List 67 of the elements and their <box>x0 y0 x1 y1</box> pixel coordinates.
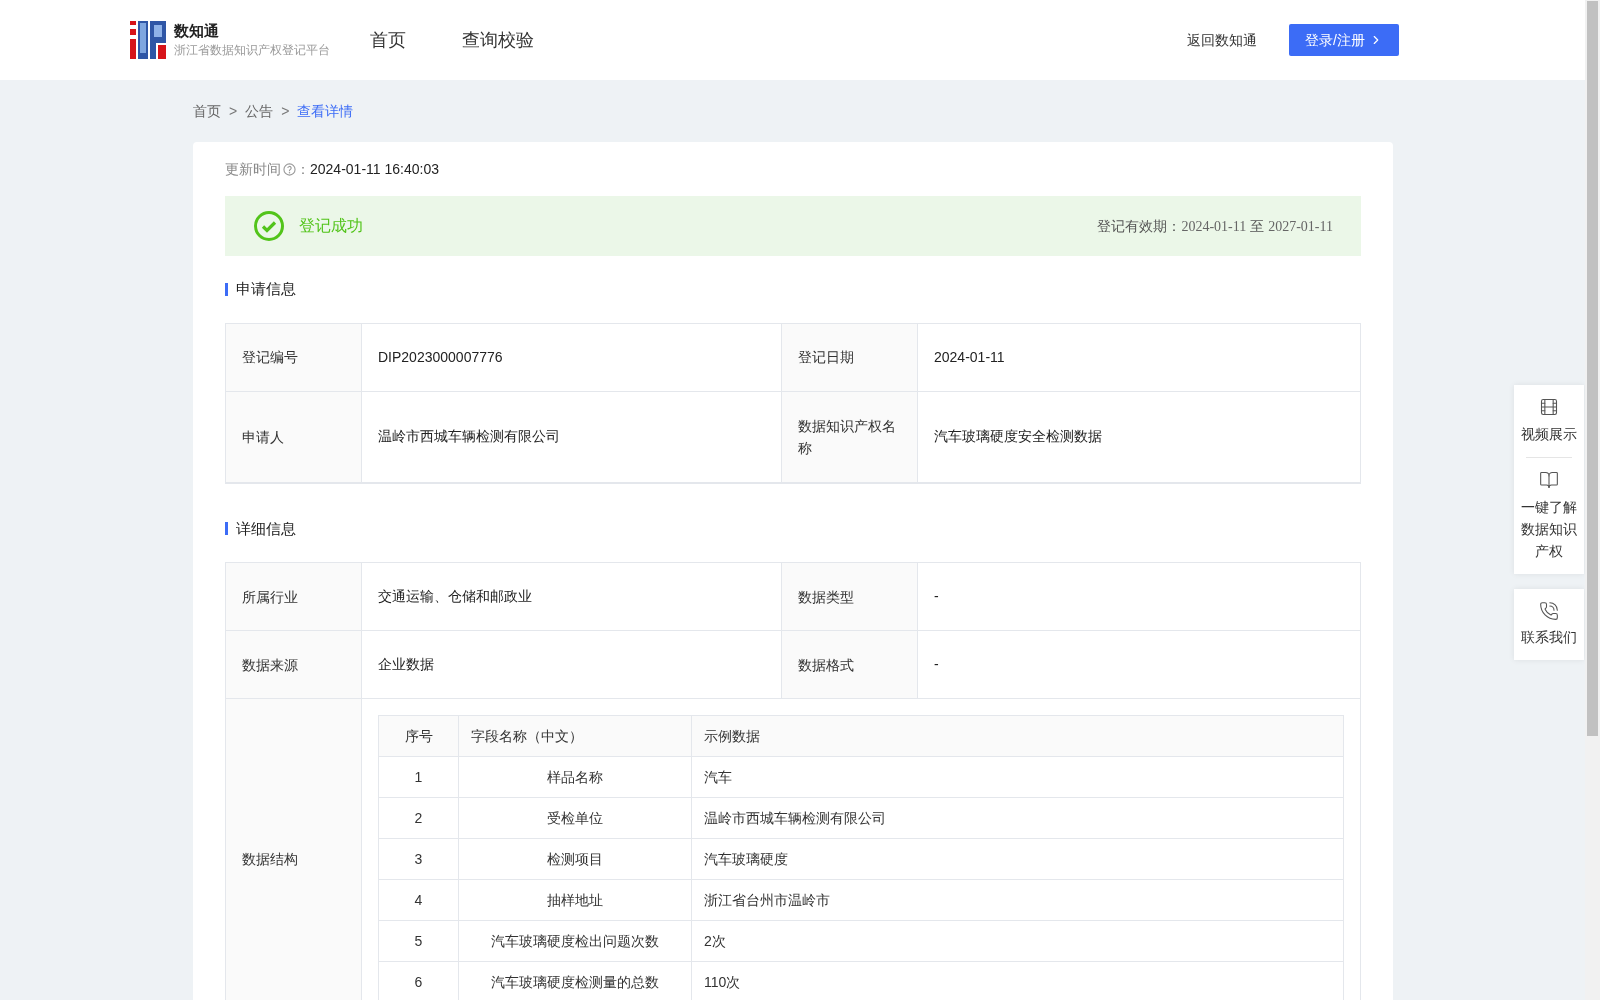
validity-separator: 至 <box>1250 216 1265 236</box>
table-cell: 汽车 <box>692 757 1343 798</box>
site-subtitle: 浙江省数据知识产权登记平台 <box>174 42 330 59</box>
status-text: 登记成功 <box>299 216 363 236</box>
update-time: 2024-01-11 16:40:03 <box>310 160 439 179</box>
side-panel-button[interactable]: 视频展示 <box>1514 397 1584 445</box>
site-title: 数知通 <box>174 21 220 41</box>
column-header: 示例数据 <box>692 716 1343 757</box>
label-cell: 登记日期 <box>782 323 918 392</box>
table-cell: 汽车玻璃硬度 <box>692 839 1343 880</box>
validity-label: 登记有效期： <box>1097 216 1182 236</box>
nav-link[interactable]: 首页 <box>370 26 406 54</box>
value-cell: 汽车玻璃硬度安全检测数据 <box>918 391 1360 483</box>
table-cell: 检测项目 <box>459 839 692 880</box>
validity-end: 2027-01-11 <box>1268 217 1333 236</box>
table-cell: 2次 <box>692 921 1343 962</box>
help-icon <box>283 163 296 176</box>
label-cell: 登记编号 <box>226 323 362 392</box>
label-cell: 数据知识产权名称 <box>782 391 918 483</box>
table-cell: 汽车玻璃硬度检测量的总数 <box>459 962 692 1000</box>
section-title: 详细信息 <box>236 518 296 539</box>
back-link[interactable]: 返回数知通 <box>1187 29 1258 51</box>
update-label: 更新时间 <box>225 160 281 179</box>
table-cell: 抽样地址 <box>459 880 692 921</box>
check-circle-icon <box>253 210 285 242</box>
label-cell: 数据类型 <box>782 563 918 631</box>
table-cell: 1 <box>379 757 459 798</box>
side-panel-button[interactable]: 一键了解数据知识产权 <box>1514 470 1584 562</box>
table-cell: 4 <box>379 880 459 921</box>
table-cell: 浙江省台州市温岭市 <box>692 880 1343 921</box>
table-cell: 温岭市西城车辆检测有限公司 <box>692 798 1343 839</box>
label-cell: 申请人 <box>226 391 362 483</box>
video-icon <box>1539 397 1559 417</box>
value-cell: - <box>918 631 1360 699</box>
table-cell: 2 <box>379 798 459 839</box>
book-icon <box>1539 470 1559 490</box>
table-cell: 汽车玻璃硬度检出问题次数 <box>459 921 692 962</box>
table-cell: 6 <box>379 962 459 1000</box>
update-colon: ： <box>296 160 310 179</box>
side-panel-button[interactable]: 联系我们 <box>1514 589 1584 660</box>
breadcrumb-separator: > <box>281 102 290 121</box>
table-cell: 110次 <box>692 962 1343 1000</box>
table-cell: 受检单位 <box>459 798 692 839</box>
breadcrumb-link[interactable]: 查看详情 <box>297 101 354 122</box>
label-cell: 所属行业 <box>226 563 362 631</box>
table-cell: 3 <box>379 839 459 880</box>
login-button[interactable]: 登录/注册 <box>1289 24 1399 56</box>
column-header: 序号 <box>379 716 459 757</box>
table-cell: 5 <box>379 921 459 962</box>
label-cell: 数据来源 <box>226 631 362 699</box>
breadcrumb-link[interactable]: 首页 <box>193 101 221 122</box>
breadcrumb-separator: > <box>229 102 238 121</box>
nav-link[interactable]: 查询校验 <box>462 26 534 54</box>
section-title: 申请信息 <box>236 279 296 299</box>
label-cell: 数据格式 <box>782 631 918 699</box>
section-marker <box>225 522 228 536</box>
validity-start: 2024-01-11 <box>1181 217 1247 236</box>
table-cell: 样品名称 <box>459 757 692 798</box>
column-header: 字段名称（中文） <box>459 716 692 757</box>
value-cell: 2024-01-11 <box>918 323 1360 392</box>
scrollbar-thumb[interactable] <box>1587 1 1598 736</box>
breadcrumb-link[interactable]: 公告 <box>245 101 274 122</box>
label-cell: 数据结构 <box>226 699 362 1000</box>
value-cell: - <box>918 563 1360 631</box>
logo-icon <box>130 21 166 59</box>
phone-icon <box>1539 601 1559 621</box>
section-marker <box>225 282 228 296</box>
